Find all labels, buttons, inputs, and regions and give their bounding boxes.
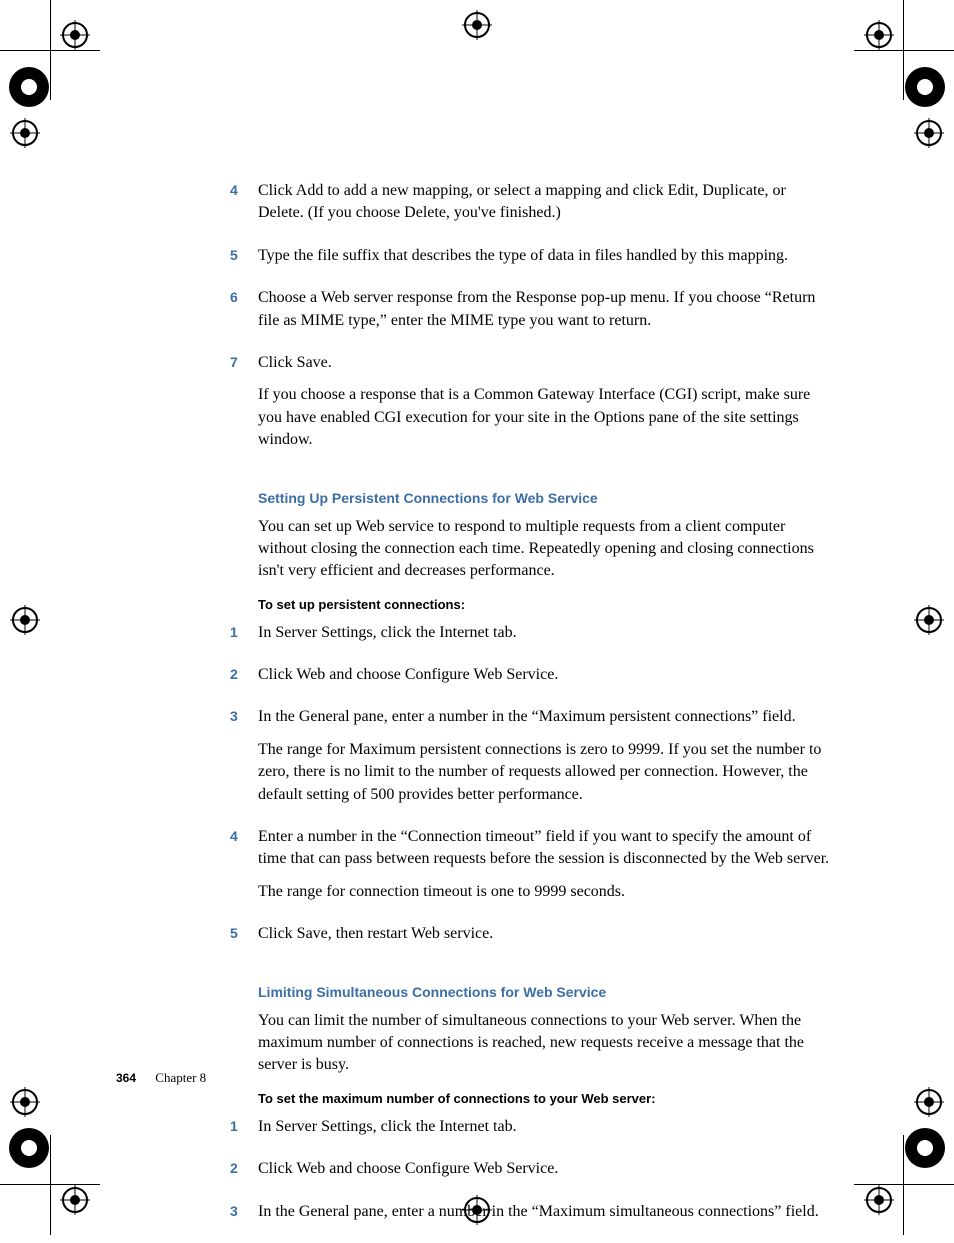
step-item: 3 In the General pane, enter a number in… bbox=[230, 1201, 830, 1233]
step-text: Enter a number in the “Connection timeou… bbox=[258, 826, 830, 871]
step-text: Click Web and choose Configure Web Servi… bbox=[258, 664, 830, 686]
crosshair-icon bbox=[864, 1185, 894, 1215]
step-extra: The range for connection timeout is one … bbox=[258, 881, 830, 903]
step-item: 4 Enter a number in the “Connection time… bbox=[230, 826, 830, 913]
reg-mark-icon bbox=[6, 1125, 52, 1171]
step-text: Click Save. bbox=[258, 352, 830, 374]
step-text: In the General pane, enter a number in t… bbox=[258, 706, 830, 728]
reg-mark-icon bbox=[902, 1125, 948, 1171]
reg-mark-icon bbox=[902, 64, 948, 110]
step-number: 4 bbox=[230, 180, 258, 235]
step-extra: The range for Maximum persistent connect… bbox=[258, 739, 830, 806]
step-number: 1 bbox=[230, 622, 258, 654]
chapter-label: Chapter 8 bbox=[155, 1070, 206, 1085]
step-number: 1 bbox=[230, 1116, 258, 1148]
section-heading: Setting Up Persistent Connections for We… bbox=[258, 490, 830, 506]
crosshair-icon bbox=[60, 20, 90, 50]
crosshair-icon bbox=[10, 118, 40, 148]
step-number: 2 bbox=[230, 664, 258, 696]
page-number: 364 bbox=[116, 1071, 136, 1085]
crosshair-icon bbox=[864, 20, 894, 50]
step-number: 7 bbox=[230, 352, 258, 462]
step-text: In Server Settings, click the Internet t… bbox=[258, 1116, 830, 1138]
step-number: 6 bbox=[230, 287, 258, 342]
step-item: 1 In Server Settings, click the Internet… bbox=[230, 622, 830, 654]
section-heading: Limiting Simultaneous Connections for We… bbox=[258, 984, 830, 1000]
step-item: 4 Click Add to add a new mapping, or sel… bbox=[230, 180, 830, 235]
step-text: Choose a Web server response from the Re… bbox=[258, 287, 830, 332]
step-number: 3 bbox=[230, 706, 258, 816]
crosshair-icon bbox=[10, 1087, 40, 1117]
step-item: 5 Click Save, then restart Web service. bbox=[230, 923, 830, 955]
step-number: 3 bbox=[230, 1201, 258, 1233]
subheading: To set the maximum number of connections… bbox=[258, 1091, 830, 1106]
step-extra: If you choose a response that is a Commo… bbox=[258, 384, 830, 451]
step-number: 5 bbox=[230, 245, 258, 277]
crosshair-icon bbox=[914, 118, 944, 148]
reg-mark-icon bbox=[6, 64, 52, 110]
step-text: Type the file suffix that describes the … bbox=[258, 245, 830, 267]
page-footer: 364 Chapter 8 bbox=[116, 1070, 206, 1086]
step-item: 2 Click Web and choose Configure Web Ser… bbox=[230, 1158, 830, 1190]
step-text: Click Web and choose Configure Web Servi… bbox=[258, 1158, 830, 1180]
step-text: In the General pane, enter a number in t… bbox=[258, 1201, 830, 1223]
step-number: 2 bbox=[230, 1158, 258, 1190]
step-text: Click Add to add a new mapping, or selec… bbox=[258, 180, 830, 225]
step-text: In Server Settings, click the Internet t… bbox=[258, 622, 830, 644]
step-number: 4 bbox=[230, 826, 258, 913]
step-text: Click Save, then restart Web service. bbox=[258, 923, 830, 945]
step-item: 6 Choose a Web server response from the … bbox=[230, 287, 830, 342]
section-intro: You can limit the number of simultaneous… bbox=[258, 1010, 830, 1077]
step-number: 5 bbox=[230, 923, 258, 955]
crosshair-icon bbox=[462, 10, 492, 40]
step-item: 3 In the General pane, enter a number in… bbox=[230, 706, 830, 816]
step-item: 2 Click Web and choose Configure Web Ser… bbox=[230, 664, 830, 696]
step-item: 7 Click Save. If you choose a response t… bbox=[230, 352, 830, 462]
crosshair-icon bbox=[914, 1087, 944, 1117]
step-item: 1 In Server Settings, click the Internet… bbox=[230, 1116, 830, 1148]
page-content: 4 Click Add to add a new mapping, or sel… bbox=[230, 180, 830, 1243]
step-item: 5 Type the file suffix that describes th… bbox=[230, 245, 830, 277]
section-intro: You can set up Web service to respond to… bbox=[258, 516, 830, 583]
crosshair-icon bbox=[10, 605, 40, 635]
crosshair-icon bbox=[60, 1185, 90, 1215]
subheading: To set up persistent connections: bbox=[258, 597, 830, 612]
crosshair-icon bbox=[914, 605, 944, 635]
